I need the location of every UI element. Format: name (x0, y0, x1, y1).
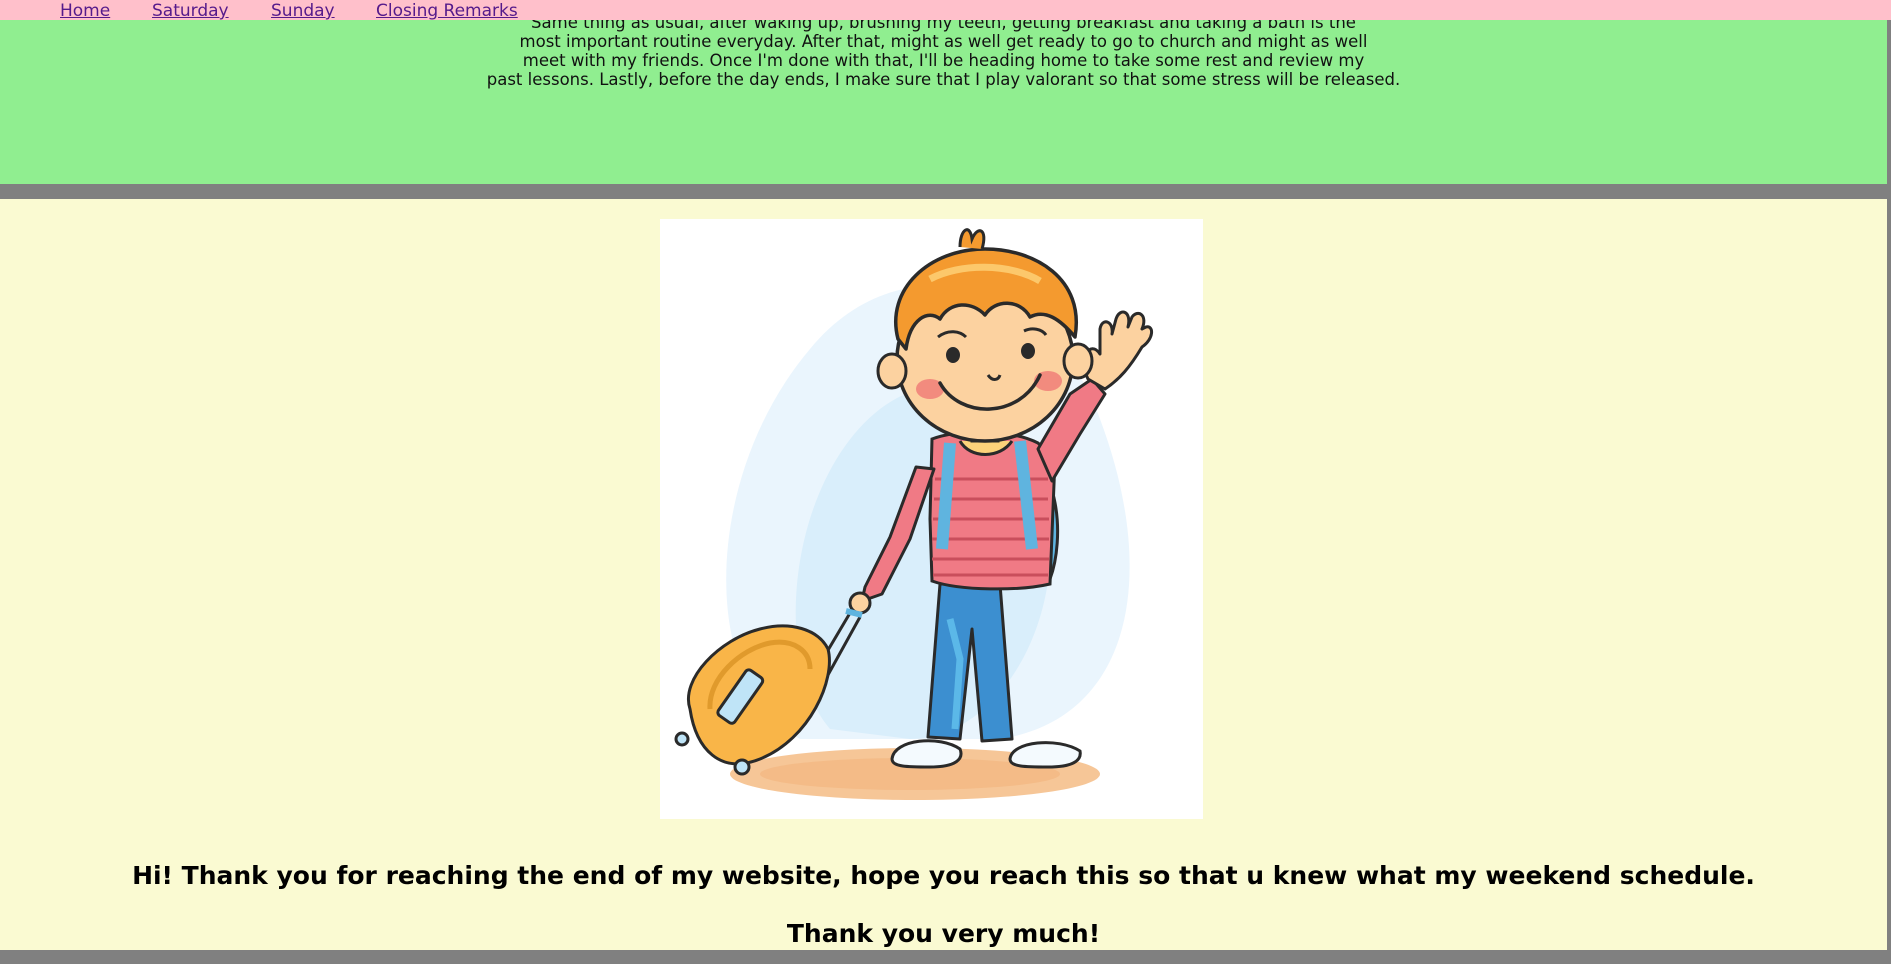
sunday-section: Same thing as usual, after waking up, br… (0, 0, 1887, 184)
nav-link-closing-remarks[interactable]: Closing Remarks (376, 0, 518, 22)
sunday-line: meet with my friends. Once I'm done with… (522, 51, 1365, 70)
nav-link-sunday[interactable]: Sunday (271, 0, 335, 22)
nav-link-home[interactable]: Home (60, 0, 110, 22)
scrollbar-track[interactable] (1887, 0, 1891, 964)
closing-remarks-section: Hi! Thank you for reaching the end of my… (0, 199, 1887, 950)
sunday-description: Same thing as usual, after waking up, br… (0, 13, 1887, 89)
sunday-line: past lessons. Lastly, before the day end… (486, 70, 1401, 89)
sunday-line: most important routine everyday. After t… (519, 32, 1368, 51)
closing-thanks: Thank you very much! (786, 919, 1101, 948)
top-navbar: Home Saturday Sunday Closing Remarks (0, 0, 1891, 22)
closing-message: Hi! Thank you for reaching the end of my… (132, 861, 1755, 890)
boy-with-suitcase-illustration (660, 219, 1203, 819)
nav-link-saturday[interactable]: Saturday (152, 0, 229, 22)
